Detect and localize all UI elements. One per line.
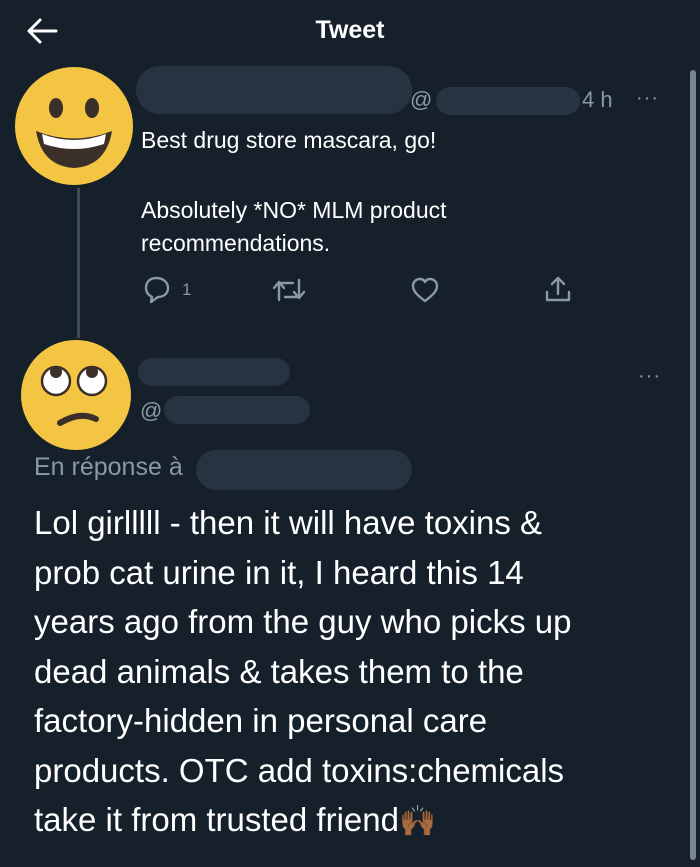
raising-hands-emoji: 🙌🏾 [398, 805, 437, 838]
retweet-button[interactable] [271, 276, 307, 304]
like-icon [411, 277, 439, 303]
handle-prefix: @ [410, 87, 433, 112]
redacted-display-name [138, 358, 290, 386]
page-title: Tweet [315, 16, 385, 44]
more-options-button[interactable]: ··· [636, 88, 659, 108]
eye-roll-emoji-icon [21, 340, 131, 450]
tweet-text-line: Best drug store mascara, go! [141, 127, 437, 153]
reply-text-line: Lol girlllll - then it will have toxins … [34, 504, 543, 541]
reply-icon [144, 276, 170, 304]
redacted-handle [436, 87, 580, 115]
reply-text-line-last: take it from trusted friend🙌🏾 [34, 795, 571, 847]
more-options-button[interactable]: ··· [638, 366, 661, 386]
redacted-handle [164, 396, 310, 424]
reply-text-line: take it from trusted friend [34, 801, 399, 838]
retweet-icon [272, 278, 306, 302]
tweet-text: Best drug store mascara, go! Absolutely … [141, 124, 447, 260]
reply-text-line: dead animals & takes them to the [34, 652, 524, 690]
like-button[interactable] [410, 276, 440, 304]
reply-count: 1 [182, 280, 192, 299]
scrollbar[interactable] [690, 70, 696, 860]
reply-text-line: products. OTC add toxins:chemicals [34, 751, 565, 789]
reply-button[interactable]: 1 [142, 274, 202, 304]
grinning-emoji-icon [15, 67, 133, 185]
share-icon [545, 276, 571, 302]
avatar-original[interactable] [14, 66, 134, 186]
tweet-text-line: recommendations. [141, 230, 331, 256]
reply-text-line: prob cat urine in it, I heard this 14 [34, 553, 524, 591]
reply-text-line: years ago from the guy who picks up [34, 603, 572, 640]
handle-prefix: @ [140, 398, 163, 423]
tweet-time[interactable]: 4 h [582, 87, 613, 113]
replying-to-label: En réponse à [34, 453, 183, 481]
reply-text: Lol girlllll - then it will have toxins … [34, 498, 571, 847]
redacted-mention[interactable] [196, 450, 412, 490]
avatar-reply[interactable] [20, 339, 132, 451]
thread-line [77, 188, 80, 338]
share-button[interactable] [543, 274, 573, 304]
reply-text-line: factory-hidden in personal care [34, 702, 488, 739]
redacted-display-name [136, 66, 412, 114]
tweet-text-line: Absolutely *NO* MLM product [141, 197, 447, 223]
